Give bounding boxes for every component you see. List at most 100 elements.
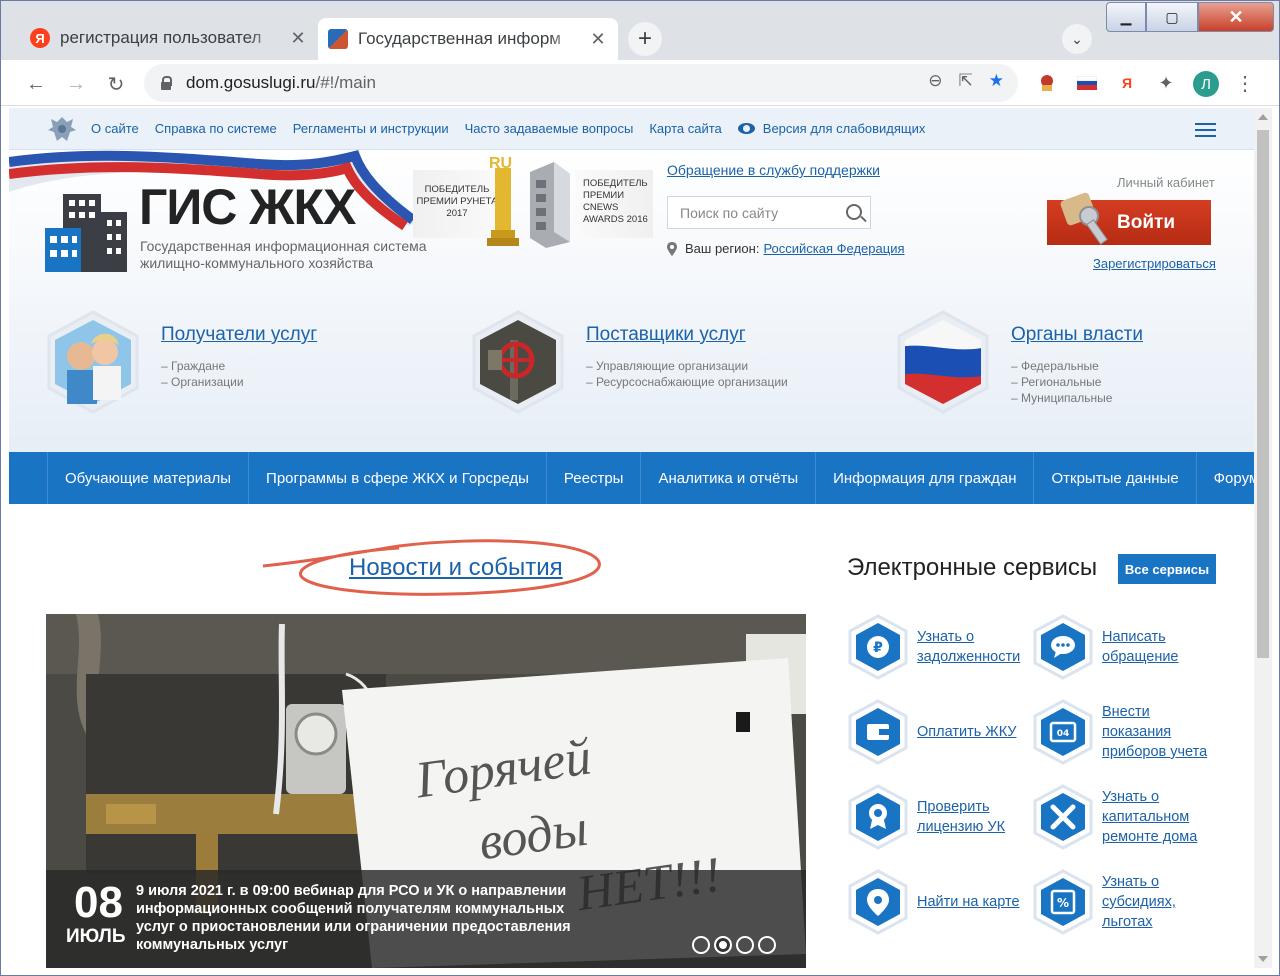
regulations-link[interactable]: Регламенты и инструкции xyxy=(293,121,449,136)
accessibility-link[interactable]: Версия для слабовидящих xyxy=(737,121,925,136)
tab-search-button[interactable]: ⌄ xyxy=(1062,24,1092,54)
zoom-icon[interactable]: ⊖ xyxy=(928,71,942,91)
svg-text:RU: RU xyxy=(489,155,512,172)
nav-citizens-info[interactable]: Информация для граждан xyxy=(815,452,1033,504)
faq-link[interactable]: Часто задаваемые вопросы xyxy=(465,121,634,136)
category-title[interactable]: Органы власти xyxy=(1011,324,1143,346)
extension-avatar-icon[interactable] xyxy=(1036,72,1058,94)
service-label: Узнать о субсидиях, льготах xyxy=(1102,874,1176,930)
nav-forum[interactable]: Форум xyxy=(1195,452,1254,504)
share-icon[interactable]: ⇱ xyxy=(959,71,973,91)
service-map[interactable]: Найти на карте xyxy=(847,869,1020,935)
eye-icon xyxy=(737,123,755,134)
category-item[interactable]: – Ресурсоснабжающие организации xyxy=(586,374,788,390)
register-link[interactable]: Зарегистрироваться xyxy=(1093,256,1216,271)
page-scrollbar[interactable] xyxy=(1254,108,1272,968)
back-button[interactable]: ← xyxy=(22,70,50,98)
slider-dots xyxy=(692,936,776,954)
scrollbar-thumb[interactable] xyxy=(1257,130,1269,658)
slide-text[interactable]: 9 июля 2021 г. в 09:00 вебинар для РСО и… xyxy=(136,882,606,954)
slider-dot[interactable] xyxy=(758,936,776,954)
sitemap-link[interactable]: Карта сайта xyxy=(649,121,721,136)
category-list: – Федеральные – Региональные – Муниципал… xyxy=(1011,358,1112,406)
audience-categories: Получатели услуг – Граждане – Организаци… xyxy=(9,290,1254,452)
minimize-button[interactable]: ▁ xyxy=(1106,2,1146,32)
category-item[interactable]: – Управляющие организации xyxy=(586,358,788,374)
new-tab-button[interactable]: + xyxy=(628,22,662,56)
category-list: – Граждане – Организации xyxy=(161,358,244,390)
nav-open-data[interactable]: Открытые данные xyxy=(1033,452,1195,504)
support-link[interactable]: Обращение в службу поддержки xyxy=(667,162,880,178)
svg-text:04: 04 xyxy=(1057,729,1070,739)
service-pay[interactable]: Оплатить ЖКУ xyxy=(847,699,1017,765)
category-item[interactable]: – Граждане xyxy=(161,358,244,374)
svg-text:₽: ₽ xyxy=(873,640,883,656)
maximize-button[interactable]: ▢ xyxy=(1146,2,1198,32)
region-label: Ваш регион: xyxy=(685,241,760,256)
slide-caption: 08 ИЮЛЬ 9 июля 2021 г. в 09:00 вебинар д… xyxy=(46,870,806,968)
reload-button[interactable]: ↻ xyxy=(102,70,130,98)
meter-icon: 04 xyxy=(1033,699,1093,765)
nav-learning[interactable]: Обучающие материалы xyxy=(47,452,248,504)
profile-avatar[interactable]: Л xyxy=(1193,71,1219,97)
recipients-photo-icon xyxy=(47,310,139,414)
slider-dot[interactable] xyxy=(736,936,754,954)
site-search-input[interactable]: Поиск по сайту xyxy=(667,196,871,229)
site-header: ГИС ЖКХ Государственная информационная с… xyxy=(9,150,1254,290)
about-link[interactable]: О сайте xyxy=(91,121,139,136)
category-title[interactable]: Поставщики услуг xyxy=(586,324,746,346)
service-label: Найти на карте xyxy=(917,894,1020,910)
yandex-extension-icon[interactable]: Я xyxy=(1116,72,1138,94)
help-link[interactable]: Справка по системе xyxy=(155,121,277,136)
service-meters[interactable]: 04 Внести показания приборов учета xyxy=(1032,699,1212,765)
slider-dot[interactable] xyxy=(692,936,710,954)
web-page: О сайте Справка по системе Регламенты и … xyxy=(9,108,1254,968)
map-pin-icon xyxy=(848,869,908,935)
top-links: О сайте Справка по системе Регламенты и … xyxy=(91,121,925,136)
category-title[interactable]: Получатели услуг xyxy=(161,324,317,346)
address-bar[interactable]: dom.gosuslugi.ru/#!/main ⊖ ⇱ ★ xyxy=(144,64,1018,102)
service-repair[interactable]: Узнать о капитальном ремонте дома xyxy=(1032,784,1212,850)
hamburger-menu-icon[interactable] xyxy=(1195,123,1216,137)
nav-analytics[interactable]: Аналитика и отчёты xyxy=(640,452,815,504)
service-license[interactable]: Проверить лицензию УК xyxy=(847,784,1012,850)
service-debt[interactable]: ₽ Узнать о задолженности xyxy=(847,614,1027,680)
news-heading[interactable]: Новости и события xyxy=(349,554,563,582)
category-item[interactable]: – Организации xyxy=(161,374,244,390)
scroll-down-icon[interactable] xyxy=(1258,956,1268,962)
category-item[interactable]: – Региональные xyxy=(1011,374,1112,390)
puzzle-icon[interactable]: ✦ xyxy=(1155,72,1177,94)
slider-dot-active[interactable] xyxy=(714,936,732,954)
bookmark-star-icon[interactable]: ★ xyxy=(989,71,1004,91)
forward-button[interactable]: → xyxy=(62,70,90,98)
yandex-icon: Я xyxy=(30,28,50,48)
gis-icon xyxy=(328,29,348,49)
main-navigation: Обучающие материалы Программы в сфере ЖК… xyxy=(9,452,1254,504)
all-services-button[interactable]: Все сервисы xyxy=(1118,554,1216,584)
nav-programs[interactable]: Программы в сфере ЖКХ и Горсреды xyxy=(248,452,546,504)
service-label: Оплатить ЖКУ xyxy=(917,724,1017,740)
building-logo-icon xyxy=(45,194,127,272)
category-item[interactable]: – Федеральные xyxy=(1011,358,1112,374)
lock-icon xyxy=(160,76,172,90)
nav-registries[interactable]: Реестры xyxy=(545,452,641,504)
browser-tab-gis[interactable]: Государственная информ ✕ xyxy=(318,18,618,60)
login-label: Войти xyxy=(1117,211,1175,233)
percent-icon: % xyxy=(1033,869,1093,935)
cnews-trophy-icon xyxy=(530,162,570,248)
logo-title[interactable]: ГИС ЖКХ xyxy=(139,178,356,236)
news-slider[interactable]: Горячей воды НЕТ!!! 08 ИЮЛЬ 9 июля 2021 … xyxy=(46,614,806,968)
russian-flag-icon[interactable] xyxy=(1076,72,1098,94)
close-tab-icon[interactable]: ✕ xyxy=(588,29,608,50)
close-window-button[interactable]: ✕ xyxy=(1198,2,1274,32)
category-item[interactable]: – Муниципальные xyxy=(1011,390,1112,406)
close-tab-icon[interactable]: ✕ xyxy=(288,28,308,49)
search-icon[interactable] xyxy=(846,204,862,220)
service-subsidies[interactable]: % Узнать о субсидиях, льготах xyxy=(1032,869,1202,935)
tab-title: регистрация пользовател xyxy=(60,28,262,47)
scroll-up-icon[interactable] xyxy=(1258,114,1268,120)
region-link[interactable]: Российская Федерация xyxy=(763,241,904,256)
browser-tab-registration[interactable]: Я регистрация пользовател ✕ xyxy=(20,18,318,58)
service-appeal[interactable]: Написать обращение xyxy=(1032,614,1202,680)
menu-dots-icon[interactable]: ⋮ xyxy=(1234,72,1256,95)
